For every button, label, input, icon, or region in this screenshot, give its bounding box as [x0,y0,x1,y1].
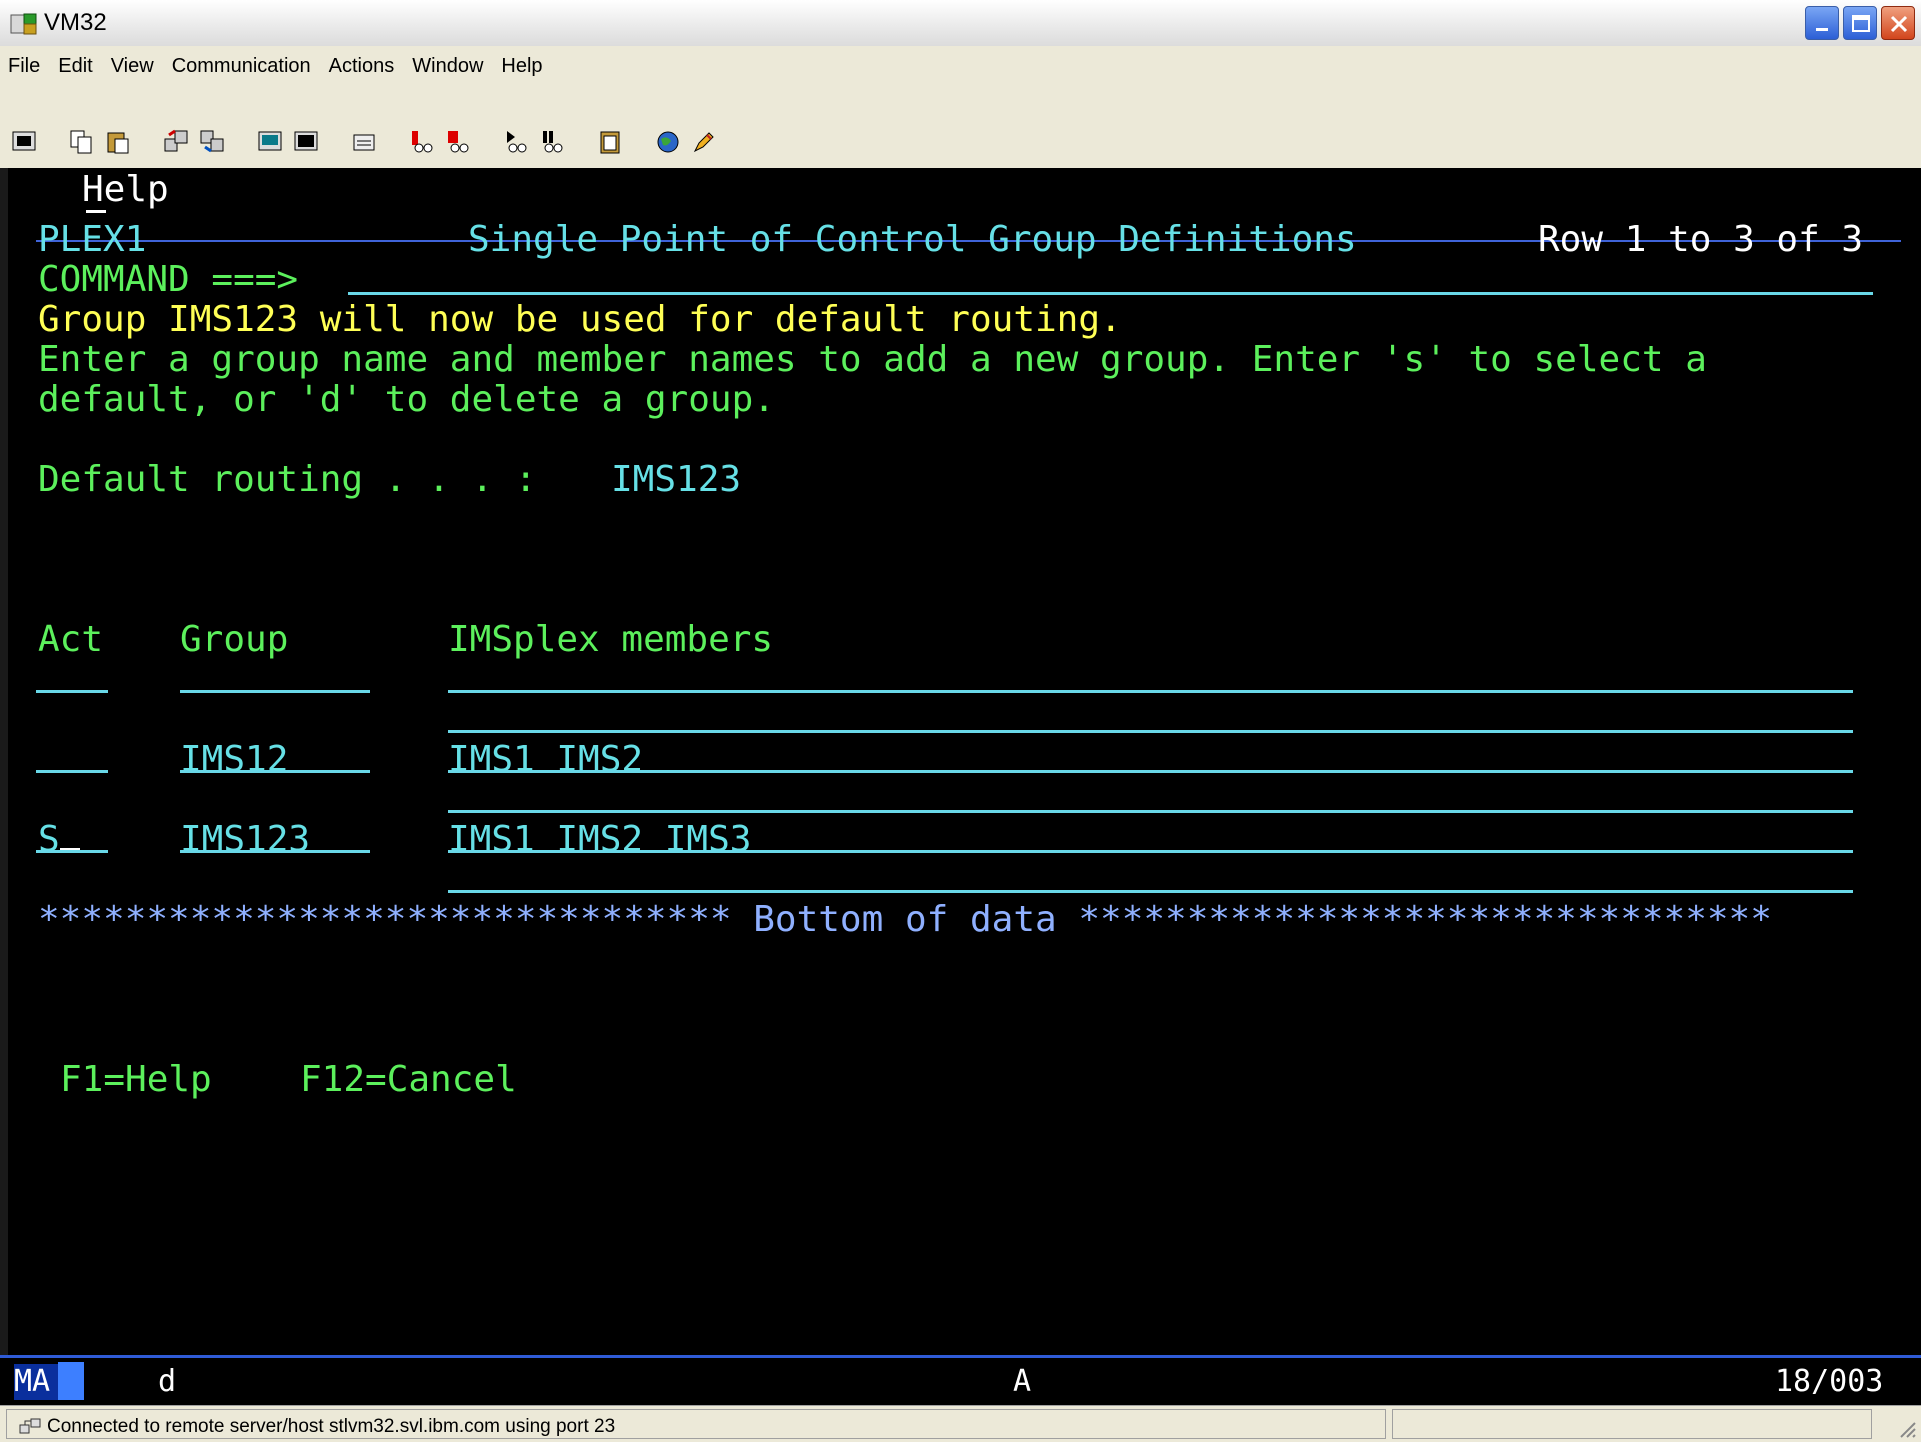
keypad-icon [294,131,318,151]
display-icon [258,131,282,151]
menu-communication[interactable]: Communication [163,46,320,86]
fkey-f12[interactable]: F12=Cancel [300,1060,517,1100]
row-2-group[interactable]: IMS123 [180,820,310,860]
row-1-act-field[interactable] [36,770,108,773]
row-1-members[interactable]: IMS1 IMS2 [448,740,643,780]
new-act-field[interactable] [36,690,108,693]
minimize-button[interactable] [1805,6,1839,40]
command-input[interactable] [348,292,1873,295]
record-macro-icon [412,131,433,153]
command-label: COMMAND ===> [38,259,299,300]
row-1-group[interactable]: IMS12 [180,740,288,780]
oia-cursor [58,1362,84,1400]
window-title: VM32 [44,9,107,36]
column-members: IMSplex members [448,619,774,660]
oia-left: d [158,1364,177,1399]
menu-bar: File Edit View Communication Actions Win… [0,46,1921,86]
status-panel: Connected to remote server/host stlvm32.… [6,1409,1386,1439]
default-routing-value: IMS123 [611,459,742,500]
title-bar: VM32 [0,0,1921,47]
column-act: Act [38,619,104,660]
close-button[interactable] [1881,6,1915,40]
menu-actions[interactable]: Actions [320,46,404,86]
status-bar: Connected to remote server/host stlvm32.… [0,1405,1921,1442]
maximize-icon [1852,15,1870,32]
row-info: Row 1 to 3 of 3 [1538,219,1864,260]
copy-icon [70,130,92,154]
connection-icon [19,1418,41,1434]
receive-file-button[interactable] [196,126,228,158]
maximize-button[interactable] [1843,6,1877,40]
default-routing-label: Default routing . . . : [38,459,537,500]
plex-name: PLEX1 [38,219,147,260]
clipboard-button[interactable] [594,126,626,158]
stop-macro-button[interactable] [442,126,474,158]
terminal-screen[interactable]: Help PLEX1 Single Point of Control Group… [0,168,1921,1355]
menu-view[interactable]: View [102,46,163,86]
paste-button[interactable] [102,126,134,158]
session-button[interactable] [8,126,40,158]
web-button[interactable] [652,126,684,158]
app-icon [10,13,37,35]
pause-macro-button[interactable] [536,126,568,158]
send-file-icon [164,129,188,152]
resize-grip-icon[interactable] [1895,1417,1917,1439]
new-members-field-1[interactable] [448,690,1853,693]
instructions-line-2: default, or 'd' to delete a group. [38,379,775,420]
new-group-field[interactable] [180,690,370,693]
row-1-group-field[interactable] [180,770,370,773]
status-panel-secondary [1392,1409,1872,1439]
oia-center: A [1013,1364,1032,1399]
paste-icon [107,132,129,154]
row-2-members-field-2[interactable] [448,890,1853,893]
fkey-f1[interactable]: F1=Help [60,1060,212,1100]
keypad-button[interactable] [290,126,322,158]
receive-file-icon [200,130,224,153]
toolbar [0,86,1921,170]
clipboard-icon [600,131,620,154]
screen-title: Single Point of Control Group Definition… [468,219,1357,260]
session-icon [12,131,36,151]
pause-macro-icon [543,131,563,153]
edit-icon [693,132,714,153]
macro-icon [353,134,375,151]
terminal-menu-help[interactable]: Help [82,170,169,210]
menu-edit[interactable]: Edit [49,46,101,86]
copy-button[interactable] [66,126,98,158]
new-members-field-2[interactable] [448,730,1853,733]
operator-info-area: MA d A 18/003 [0,1355,1921,1405]
row-2-members-field-1[interactable] [448,850,1853,853]
menu-window[interactable]: Window [403,46,492,86]
row-2-group-field[interactable] [180,850,370,853]
minimize-icon [1816,28,1828,31]
play-macro-button[interactable] [500,126,532,158]
row-2-act[interactable]: S [38,820,60,860]
column-group: Group [180,619,289,660]
web-icon [657,131,679,153]
row-2-act-field[interactable] [36,850,108,853]
oia-mode: MA [14,1364,51,1399]
record-macro-button[interactable] [406,126,438,158]
play-macro-icon [507,131,527,153]
send-file-button[interactable] [160,126,192,158]
stop-macro-icon [448,131,469,153]
status-message: Group IMS123 will now be used for defaul… [38,299,1122,340]
menu-help[interactable]: Help [492,46,551,86]
bottom-of-data: ******************************** Bottom … [38,899,1772,940]
display-button[interactable] [254,126,286,158]
row-1-members-field-2[interactable] [448,810,1853,813]
menu-file[interactable]: File [0,46,49,86]
macro-button[interactable] [348,126,380,158]
close-icon [1890,15,1908,33]
instructions-line-1: Enter a group name and member names to a… [38,339,1707,380]
row-2-members[interactable]: IMS1 IMS2 IMS3 [448,820,751,860]
help-underline [86,210,106,213]
cursor-position: 18/003 [1775,1364,1884,1399]
row-1-members-field-1[interactable] [448,770,1853,773]
edit-button[interactable] [688,126,720,158]
status-text: Connected to remote server/host stlvm32.… [47,1416,616,1437]
